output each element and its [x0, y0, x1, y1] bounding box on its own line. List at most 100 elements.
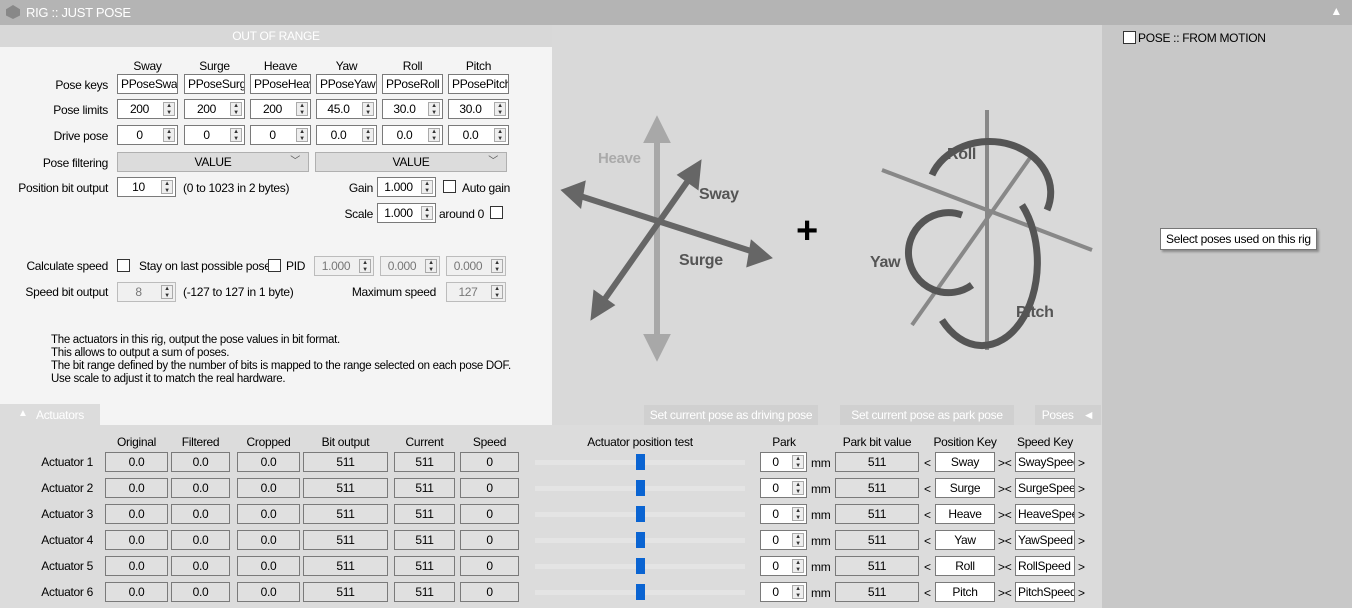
park-spinner[interactable]: 0 ▲ ▼ [760, 504, 807, 524]
pose-limit-spinner[interactable]: 30.0 ▲ ▼ [448, 99, 509, 119]
spinner-arrows-icon[interactable]: ▲ ▼ [296, 102, 308, 116]
spinner-arrows-icon: ▲ ▼ [161, 285, 173, 299]
slider-thumb[interactable] [636, 558, 645, 574]
speed-bit-output-label: Speed bit output [25, 285, 108, 299]
sway-label: Sway [699, 186, 739, 203]
calculate-speed-checkbox[interactable] [117, 259, 130, 272]
park-spinner[interactable]: 0 ▲ ▼ [760, 478, 807, 498]
pose-limit-spinner[interactable]: 200 ▲ ▼ [117, 99, 178, 119]
park-spinner[interactable]: 0 ▲ ▼ [760, 452, 807, 472]
column-header: Actuator position test [587, 435, 693, 449]
stay-last-pose-checkbox[interactable] [268, 259, 281, 272]
actuator-cropped-value: 0.0 [237, 582, 300, 602]
position-key-input[interactable]: Surge [935, 478, 995, 498]
set-driving-pose-button[interactable]: Set current pose as driving pose [644, 405, 818, 425]
auto-gain-label: Auto gain [462, 181, 511, 195]
gain-spinner[interactable]: 1.000 ▲ ▼ [377, 177, 436, 197]
spinner-arrows-icon[interactable]: ▲ ▼ [230, 102, 242, 116]
spinner-arrows-icon[interactable]: ▲ ▼ [792, 533, 804, 547]
pose-key-input[interactable]: PPoseSway [117, 74, 178, 94]
pose-limit-spinner[interactable]: 200 ▲ ▼ [250, 99, 311, 119]
speed-key-input[interactable]: PitchSpeed [1015, 582, 1075, 602]
slider-thumb[interactable] [636, 532, 645, 548]
position-key-input[interactable]: Roll [935, 556, 995, 576]
slider-thumb[interactable] [636, 454, 645, 470]
drive-pose-spinner[interactable]: 0 ▲ ▼ [250, 125, 311, 145]
spinner-arrows-icon[interactable]: ▲ ▼ [362, 102, 374, 116]
info-note: The bit range defined by the number of b… [51, 360, 511, 372]
drive-pose-spinner[interactable]: 0.0 ▲ ▼ [448, 125, 509, 145]
spinner-arrows-icon[interactable]: ▲ ▼ [163, 128, 175, 142]
spinner-arrows-icon[interactable]: ▲ ▼ [494, 102, 506, 116]
pose-filter-dropdown[interactable]: VALUE ﹀ [117, 152, 309, 172]
drive-pose-spinner[interactable]: 0 ▲ ▼ [184, 125, 245, 145]
position-key-input[interactable]: Pitch [935, 582, 995, 602]
speed-key-input[interactable]: HeaveSpeed [1015, 504, 1075, 524]
actuator-current-value: 511 [394, 556, 455, 576]
dof-header: Pitch [465, 59, 492, 73]
speed-key-input[interactable]: SurgeSpeed [1015, 478, 1075, 498]
spinner-arrows-icon[interactable]: ▲ ▼ [161, 180, 173, 194]
pose-limit-spinner[interactable]: 45.0 ▲ ▼ [316, 99, 377, 119]
park-spinner[interactable]: 0 ▲ ▼ [760, 556, 807, 576]
column-header: Speed Key [1016, 435, 1073, 449]
actuator-speed-value: 0 [460, 530, 519, 550]
spinner-arrows-icon[interactable]: ▲ ▼ [792, 507, 804, 521]
spinner-value: 0.000 [387, 259, 417, 273]
slider-thumb[interactable] [636, 506, 645, 522]
pose-key-input[interactable]: PPoseRoll [382, 74, 443, 94]
actuators-tab[interactable]: ▲ Actuators [0, 404, 100, 425]
set-park-pose-button[interactable]: Set current pose as park pose [840, 405, 1014, 425]
park-spinner[interactable]: 0 ▲ ▼ [760, 530, 807, 550]
spinner-arrows-icon[interactable]: ▲ ▼ [421, 206, 433, 220]
spinner-arrows-icon[interactable]: ▲ ▼ [428, 128, 440, 142]
poses-toggle-button[interactable]: Poses ◄ [1035, 405, 1101, 425]
speed-key-input[interactable]: SwaySpeed [1015, 452, 1075, 472]
spinner-arrows-icon[interactable]: ▲ ▼ [792, 559, 804, 573]
actuator-speed-value: 0 [460, 582, 519, 602]
slider-thumb[interactable] [636, 480, 645, 496]
pose-key-input[interactable]: PPoseSurge [184, 74, 245, 94]
collapse-icon[interactable]: ▲ [1330, 4, 1342, 18]
spinner-arrows-icon[interactable]: ▲ ▼ [230, 128, 242, 142]
spinner-arrows-icon[interactable]: ▲ ▼ [421, 180, 433, 194]
pose-filter-dropdown[interactable]: VALUE ﹀ [315, 152, 507, 172]
spinner-arrows-icon[interactable]: ▲ ▼ [792, 481, 804, 495]
auto-gain-checkbox[interactable] [443, 180, 456, 193]
drive-pose-spinner[interactable]: 0 ▲ ▼ [117, 125, 178, 145]
app-logo-icon [6, 5, 20, 19]
around-zero-checkbox[interactable] [490, 206, 503, 219]
spinner-arrows-icon[interactable]: ▲ ▼ [792, 585, 804, 599]
park-spinner[interactable]: 0 ▲ ▼ [760, 582, 807, 602]
bracket-text: >< [998, 508, 1012, 522]
spinner-arrows-icon[interactable]: ▲ ▼ [163, 102, 175, 116]
pose-limit-spinner[interactable]: 200 ▲ ▼ [184, 99, 245, 119]
dof-header: Sway [133, 59, 162, 73]
title-bar: RIG :: JUST POSE ▲ [0, 0, 1352, 25]
actuator-name: Actuator 2 [41, 481, 93, 495]
scale-spinner[interactable]: 1.000 ▲ ▼ [377, 203, 436, 223]
pose-key-input[interactable]: PPoseHeave [250, 74, 311, 94]
position-key-input[interactable]: Heave [935, 504, 995, 524]
slider-thumb[interactable] [636, 584, 645, 600]
position-bit-spinner[interactable]: 10 ▲ ▼ [117, 177, 176, 197]
pose-from-motion-checkbox[interactable] [1123, 31, 1136, 44]
drive-pose-spinner[interactable]: 0.0 ▲ ▼ [316, 125, 377, 145]
speed-key-input[interactable]: RollSpeed [1015, 556, 1075, 576]
drive-pose-spinner[interactable]: 0.0 ▲ ▼ [382, 125, 443, 145]
pose-limit-spinner[interactable]: 30.0 ▲ ▼ [382, 99, 443, 119]
spinner-arrows-icon[interactable]: ▲ ▼ [362, 128, 374, 142]
pose-key-input[interactable]: PPosePitch [448, 74, 509, 94]
spinner-value: 0 [772, 481, 779, 495]
spinner-arrows-icon[interactable]: ▲ ▼ [428, 102, 440, 116]
spinner-arrows-icon[interactable]: ▲ ▼ [792, 455, 804, 469]
spinner-arrows-icon[interactable]: ▲ ▼ [494, 128, 506, 142]
spinner-arrows-icon[interactable]: ▲ ▼ [296, 128, 308, 142]
position-key-input[interactable]: Sway [935, 452, 995, 472]
actuator-cropped-value: 0.0 [237, 452, 300, 472]
pose-key-input[interactable]: PPoseYaw [316, 74, 377, 94]
actuator-name: Actuator 5 [41, 559, 93, 573]
position-key-input[interactable]: Yaw [935, 530, 995, 550]
speed-key-input[interactable]: YawSpeed [1015, 530, 1075, 550]
actuators-tab-label: Actuators [36, 408, 84, 422]
